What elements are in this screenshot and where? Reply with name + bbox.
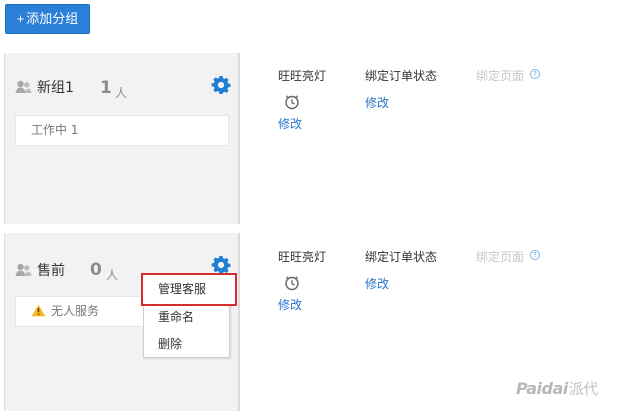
- group-name: 售前: [37, 263, 65, 279]
- clock-lamp-icon[interactable]: [284, 94, 300, 110]
- group-name: 新组1: [37, 80, 74, 96]
- group-settings-menu: 管理客服 重命名 删除: [141, 273, 237, 358]
- group-summary-panel: 新组1 1 人 工作中 1: [4, 53, 240, 224]
- paidai-watermark: Paidai派代: [516, 378, 598, 399]
- bind-order-status-label: 绑定订单状态: [365, 250, 438, 264]
- gear-icon[interactable]: [211, 75, 231, 95]
- service-status-box: 工作中 1: [15, 115, 229, 146]
- wangwang-light-label: 旺旺亮灯: [278, 69, 327, 83]
- add-group-label: 添加分组: [26, 11, 79, 26]
- add-icon: +: [16, 11, 25, 26]
- menu-item-manage-agents[interactable]: 管理客服: [141, 273, 237, 306]
- add-group-button[interactable]: + 添加分组: [5, 4, 90, 34]
- group-settings-panel: 旺旺亮灯 绑定订单状态 绑定页面 ? 修改 修改: [240, 53, 586, 224]
- bind-page-label: 绑定页面: [476, 250, 525, 264]
- bind-order-status-label: 绑定订单状态: [365, 69, 438, 83]
- gear-icon[interactable]: [211, 255, 231, 275]
- member-count: 0: [90, 260, 102, 280]
- user-group-icon: [15, 263, 32, 276]
- bind-page-label: 绑定页面: [476, 69, 525, 83]
- watermark-chinese: 派代: [568, 380, 599, 398]
- member-unit: 人: [106, 268, 119, 282]
- clock-lamp-icon[interactable]: [284, 275, 300, 291]
- menu-item-delete[interactable]: 删除: [144, 331, 229, 357]
- member-unit: 人: [115, 86, 128, 100]
- help-icon[interactable]: ?: [530, 250, 540, 260]
- watermark-brand: Paidai: [516, 379, 568, 398]
- group-management-page: + 添加分组 新组1 1 人 工作中 1 旺旺亮灯 绑定订单状态 绑定页面 ? …: [0, 0, 620, 411]
- group-card-1: 新组1 1 人 工作中 1 旺旺亮灯 绑定订单状态 绑定页面 ? 修改 修改: [4, 53, 586, 224]
- user-group-icon: [15, 80, 32, 93]
- help-icon[interactable]: ?: [530, 69, 540, 79]
- menu-item-rename[interactable]: 重命名: [144, 304, 229, 330]
- order-status-edit-link[interactable]: 修改: [365, 275, 389, 292]
- wangwang-light-edit-link[interactable]: 修改: [278, 115, 302, 132]
- status-text: 工作中 1: [31, 123, 79, 137]
- order-status-edit-link[interactable]: 修改: [365, 94, 389, 111]
- member-count: 1: [100, 78, 112, 98]
- wangwang-light-edit-link[interactable]: 修改: [278, 296, 302, 313]
- warning-icon: [31, 304, 46, 317]
- group-card-2: 售前 0 人 无人服务 旺旺亮灯 绑定订单状态 绑定页面 ? 修改 修改: [4, 233, 586, 411]
- status-text: 无人服务: [51, 304, 100, 318]
- wangwang-light-label: 旺旺亮灯: [278, 250, 327, 264]
